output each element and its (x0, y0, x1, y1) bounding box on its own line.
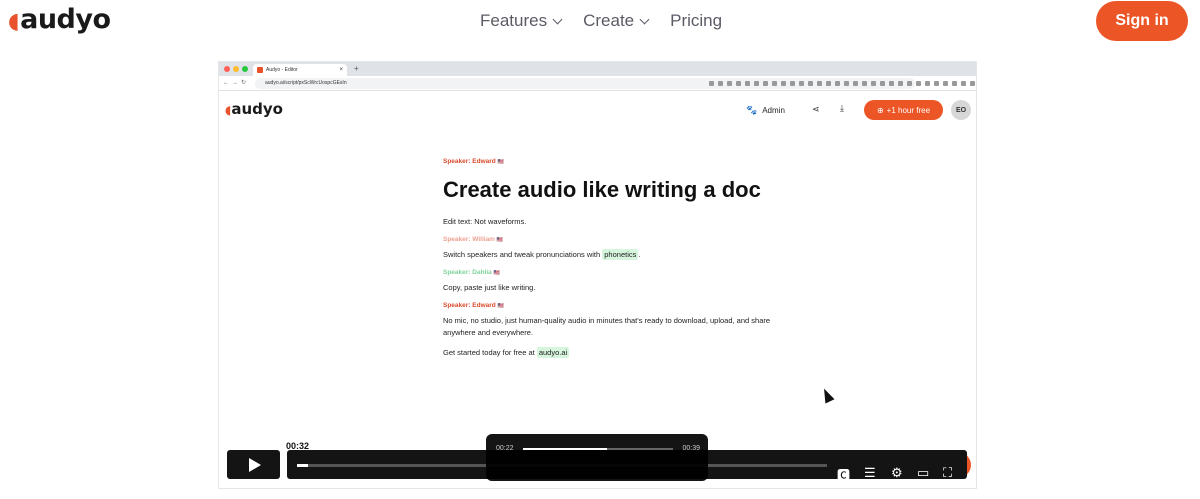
inner-player-overlay: 00:22 00:39 (486, 434, 708, 481)
site-logo[interactable]: ◖audyo (8, 4, 111, 35)
nav-pricing-label: Pricing (670, 11, 723, 30)
cast-icon[interactable]: ▭ (917, 465, 929, 481)
mouse-cursor-icon (819, 386, 835, 404)
doc-paragraph: Edit text: Not waveforms. (443, 217, 527, 226)
play-button[interactable] (227, 450, 280, 479)
free-hour-label: +1 hour free (886, 105, 931, 115)
logo-text: audyo (20, 4, 111, 35)
app-logo-text: audyo (231, 100, 283, 118)
speaker-label: Speaker: William 🇺🇸 (443, 236, 504, 243)
main-nav: Features Create Pricing (480, 11, 722, 31)
maximize-dot-icon (242, 66, 248, 72)
inner-progress-fill (523, 448, 607, 450)
sign-in-button[interactable]: Sign in (1096, 1, 1188, 41)
chevron-down-icon (639, 14, 650, 24)
flag-icon: 🇺🇸 (496, 237, 504, 243)
chevron-down-icon (552, 14, 563, 24)
settings-icon[interactable]: ⚙ (891, 465, 903, 481)
inner-current-time: 00:22 (496, 445, 514, 452)
admin-link: 🐾 Admin (746, 105, 785, 116)
free-hour-button: ⊕ +1 hour free (864, 100, 943, 120)
cc-icon[interactable]: 🅲 (837, 465, 850, 484)
nav-features-label: Features (480, 11, 548, 30)
minimize-dot-icon (233, 66, 239, 72)
doc-paragraph: Switch speakers and tweak pronunciations… (443, 249, 641, 260)
nav-create[interactable]: Create (583, 11, 652, 31)
flag-icon: 🇺🇸 (497, 303, 504, 309)
share-icon: ⋖ (812, 104, 820, 114)
extension-icons (709, 81, 976, 86)
add-user-icon: ⊕ (876, 105, 884, 115)
fullscreen-icon[interactable]: ⛶ (943, 465, 952, 481)
doc-paragraph: No mic, no studio, just human-quality au… (443, 316, 771, 337)
new-tab-icon: + (354, 64, 359, 73)
tab-title: Audyo - Editor (266, 67, 298, 73)
browser-tabstrip: Audyo - Editor × + (219, 62, 976, 76)
browser-tab: Audyo - Editor × (253, 64, 347, 76)
app-header: ◖audyo 🐾 Admin ⋖ ⤓ ⊕ +1 hour free EO (219, 92, 976, 128)
window-controls (224, 66, 248, 72)
tab-favicon-icon (257, 67, 263, 73)
download-icon: ⤓ (840, 103, 844, 113)
close-dot-icon (224, 66, 230, 72)
speaker-label: Speaker: Edward 🇺🇸 (443, 302, 504, 309)
demo-video[interactable]: Audyo - Editor × + ←→↻ audyo.ai/script/p… (219, 62, 976, 488)
avatar: EO (951, 100, 971, 120)
play-icon (249, 457, 261, 472)
app-logo: ◖audyo (225, 100, 283, 118)
doc-paragraph: Copy, paste just like writing. (443, 283, 536, 292)
phonetics-highlight: phonetics (602, 249, 639, 260)
nav-pricing[interactable]: Pricing (670, 11, 722, 31)
browser-address-bar: ←→↻ audyo.ai/script/pxScWrcUospcGEsIn (219, 76, 976, 91)
current-time: 00:32 (286, 441, 310, 451)
admin-label: Admin (762, 106, 785, 115)
progress-fill (297, 464, 308, 467)
speaker-label: Speaker: Edward 🇺🇸 (443, 158, 504, 165)
doc-paragraph: Get started today for free at audyo.ai (443, 347, 570, 358)
logo-mark-icon: ◖ (8, 9, 20, 34)
paw-icon: 🐾 (746, 105, 758, 115)
doc-heading: Create audio like writing a doc (443, 177, 761, 202)
inner-progress-track (523, 448, 673, 450)
flag-icon: 🇺🇸 (493, 270, 500, 276)
transcript-icon[interactable]: ☰ (864, 465, 876, 481)
nav-create-label: Create (583, 11, 635, 30)
script-document: Speaker: Edward 🇺🇸 Create audio like wri… (443, 158, 783, 367)
speaker-label: Speaker: Dahlia 🇺🇸 (443, 269, 500, 276)
site-header: ◖audyo Features Create Pricing Sign in (0, 0, 1200, 44)
flag-icon: 🇺🇸 (497, 159, 504, 165)
tab-close-icon: × (339, 67, 343, 73)
inner-duration: 00:39 (682, 445, 700, 452)
audyo-link-highlight: audyo.ai (536, 347, 570, 358)
browser-nav-icons: ←→↻ (223, 80, 250, 86)
nav-features[interactable]: Features (480, 11, 565, 31)
